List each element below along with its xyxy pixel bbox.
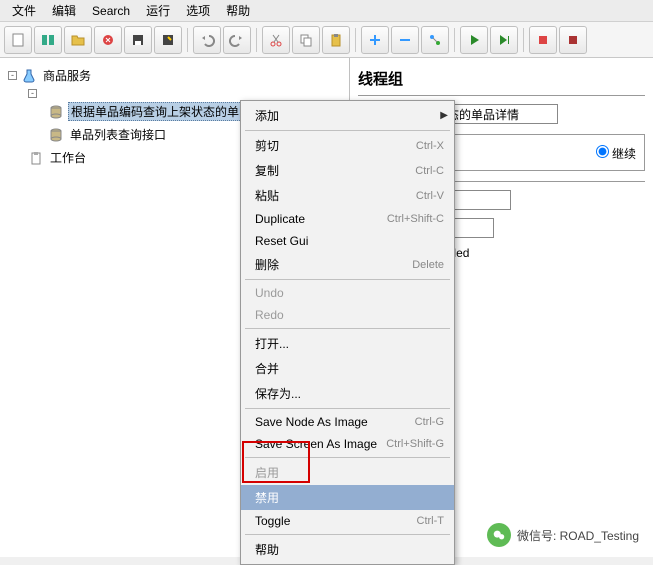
run-no-pause-icon[interactable] [490,26,518,54]
spool-icon [48,127,64,143]
ctx-separator [245,408,450,409]
tree-toggle-icon[interactable]: - [8,71,17,80]
ctx-separator [245,457,450,458]
chevron-right-icon: ▶ [440,110,448,121]
expand-icon[interactable] [361,26,389,54]
ctx-redo: Redo [241,304,454,326]
toggle-icon[interactable] [421,26,449,54]
save-icon[interactable] [124,26,152,54]
tree-root[interactable]: - 商品服务 [4,64,345,87]
ctx-merge[interactable]: 合并 [241,356,454,381]
paste-icon[interactable] [322,26,350,54]
cut-icon[interactable] [262,26,290,54]
toolbar-separator [187,28,188,52]
menu-search[interactable]: Search [84,1,138,21]
footer: 微信号: ROAD_Testing [487,523,639,547]
run-icon[interactable] [460,26,488,54]
toolbar-separator [256,28,257,52]
tree-thread-group[interactable]: - [4,87,345,100]
ctx-cut[interactable]: 剪切Ctrl-X [241,133,454,158]
templates-icon[interactable] [34,26,62,54]
ctx-copy[interactable]: 复制Ctrl-C [241,158,454,183]
ctx-separator [245,130,450,131]
ctx-toggle[interactable]: ToggleCtrl-T [241,510,454,532]
clipboard-icon [28,150,44,166]
toolbar-separator [355,28,356,52]
spool-icon [48,104,64,120]
menubar: 文件 编辑 Search 运行 选项 帮助 [0,0,653,22]
ctx-enable: 启用 [241,460,454,485]
ctx-undo: Undo [241,282,454,304]
ctx-reset-gui[interactable]: Reset Gui [241,230,454,252]
ctx-open[interactable]: 打开... [241,331,454,356]
ctx-disable[interactable]: 禁用 [241,485,454,510]
panel-title: 线程组 [358,68,645,89]
ctx-save-node-image[interactable]: Save Node As ImageCtrl-G [241,411,454,433]
ctx-save-as[interactable]: 保存为... [241,381,454,406]
menu-edit[interactable]: 编辑 [44,0,84,22]
stop-icon[interactable] [529,26,557,54]
ctx-separator [245,328,450,329]
toolbar [0,22,653,58]
wechat-icon [487,523,511,547]
ctx-save-screen-image[interactable]: Save Screen As ImageCtrl+Shift-G [241,433,454,455]
menu-file[interactable]: 文件 [4,0,44,22]
radio-continue-input[interactable] [596,145,609,158]
flask-icon [21,68,37,84]
shutdown-icon[interactable] [559,26,587,54]
footer-label: 微信号: ROAD_Testing [517,527,639,544]
toolbar-separator [454,28,455,52]
tree-workbench-label: 工作台 [48,148,88,167]
copy-icon[interactable] [292,26,320,54]
ctx-duplicate[interactable]: DuplicateCtrl+Shift-C [241,208,454,230]
close-icon[interactable] [94,26,122,54]
tree-root-label: 商品服务 [41,66,93,85]
context-menu: 添加▶ 剪切Ctrl-X 复制Ctrl-C 粘贴Ctrl-V Duplicate… [240,100,455,565]
undo-icon[interactable] [193,26,221,54]
menu-help[interactable]: 帮助 [218,0,258,22]
tree-item-label: 单品列表查询接口 [68,125,168,144]
tree-toggle-icon[interactable]: - [28,89,37,98]
save-as-icon[interactable] [154,26,182,54]
ctx-paste[interactable]: 粘贴Ctrl-V [241,183,454,208]
ctx-add[interactable]: 添加▶ [241,103,454,128]
menu-run[interactable]: 运行 [138,0,178,22]
divider [358,95,645,96]
ctx-help[interactable]: 帮助 [241,537,454,562]
menu-options[interactable]: 选项 [178,0,218,22]
ctx-separator [245,534,450,535]
radio-continue[interactable]: 继续 [596,145,636,162]
redo-icon[interactable] [223,26,251,54]
collapse-icon[interactable] [391,26,419,54]
ctx-separator [245,279,450,280]
toolbar-separator [523,28,524,52]
new-file-icon[interactable] [4,26,32,54]
open-folder-icon[interactable] [64,26,92,54]
ctx-delete[interactable]: 删除Delete [241,252,454,277]
